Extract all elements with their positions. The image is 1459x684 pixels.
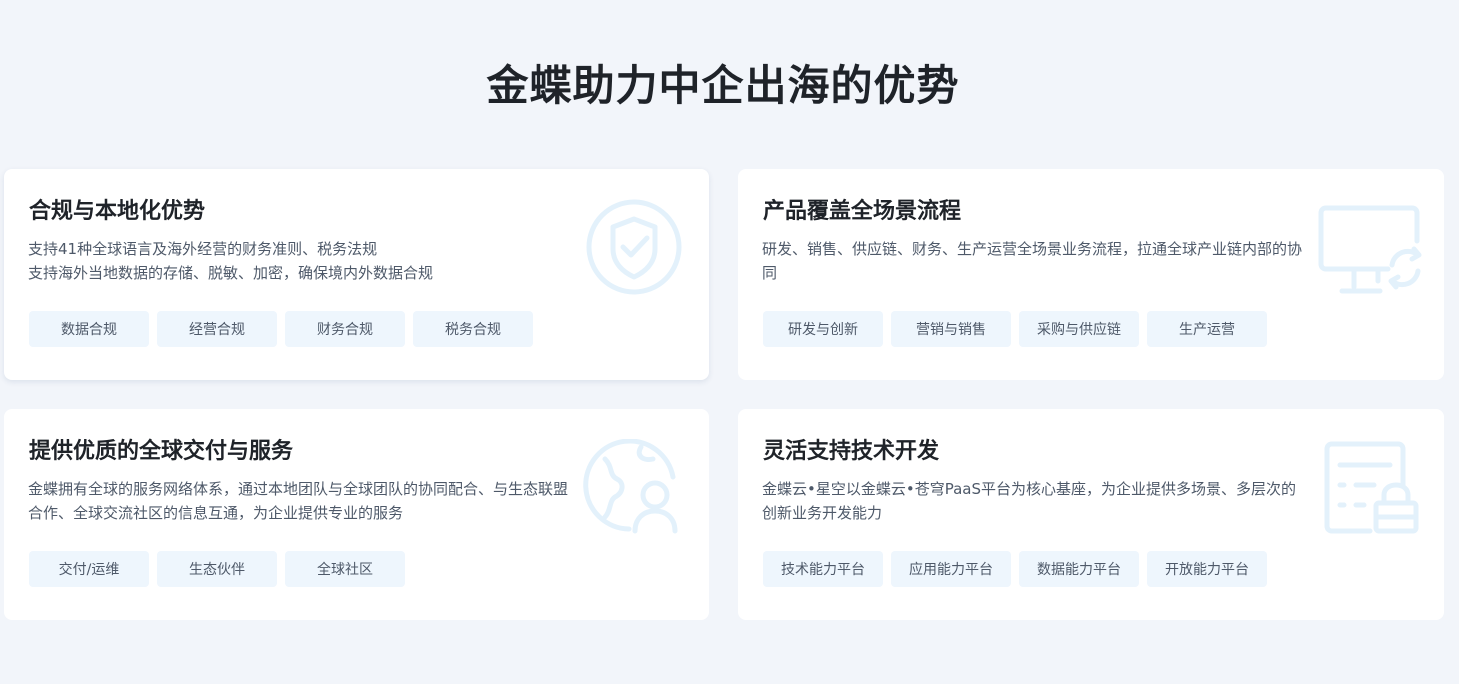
card-description-line: 金蝶拥有全球的服务网络体系，通过本地团队与全球团队的协同配合、与生态联盟合作、全… [28, 480, 569, 522]
tag-delivery-ops[interactable]: 交付/运维 [29, 551, 149, 587]
tag-list: 数据合规 经营合规 财务合规 税务合规 [29, 311, 533, 347]
card-tech-development: 灵活支持技术开发 金蝶云•星空以金蝶云•苍穹PaaS平台为核心基座，为企业提供多… [738, 409, 1444, 620]
tag-list: 研发与创新 营销与销售 采购与供应链 生产运营 [763, 311, 1267, 347]
card-title: 灵活支持技术开发 [763, 439, 940, 464]
tag-procurement-supply[interactable]: 采购与供应链 [1019, 311, 1139, 347]
card-compliance: 合规与本地化优势 支持41种全球语言及海外经营的财务准则、税务法规 支持海外当地… [4, 169, 709, 380]
tag-tax-compliance[interactable]: 税务合规 [413, 311, 533, 347]
tag-rnd-innovation[interactable]: 研发与创新 [763, 311, 883, 347]
card-description-line: 支持海外当地数据的存储、脱敏、加密，确保境内外数据合规 [28, 264, 434, 282]
tag-open-platform[interactable]: 开放能力平台 [1147, 551, 1267, 587]
card-full-scenario: 产品覆盖全场景流程 研发、销售、供应链、财务、生产运营全场景业务流程，拉通全球产… [738, 169, 1444, 380]
globe-user-icon [583, 439, 683, 535]
tag-production-operation[interactable]: 生产运营 [1147, 311, 1267, 347]
card-description: 支持41种全球语言及海外经营的财务准则、税务法规 支持海外当地数据的存储、脱敏、… [28, 237, 568, 285]
tag-application-platform[interactable]: 应用能力平台 [891, 551, 1011, 587]
card-global-service: 提供优质的全球交付与服务 金蝶拥有全球的服务网络体系，通过本地团队与全球团队的协… [4, 409, 709, 620]
tag-list: 交付/运维 生态伙伴 全球社区 [29, 551, 405, 587]
tag-operation-compliance[interactable]: 经营合规 [157, 311, 277, 347]
tag-tech-platform[interactable]: 技术能力平台 [763, 551, 883, 587]
tag-list: 技术能力平台 应用能力平台 数据能力平台 开放能力平台 [763, 551, 1267, 587]
card-description-line: 研发、销售、供应链、财务、生产运营全场景业务流程，拉通全球产业链内部的协同 [762, 240, 1303, 282]
shield-check-icon [585, 197, 683, 297]
monitor-sync-icon [1318, 205, 1424, 297]
tag-data-platform[interactable]: 数据能力平台 [1019, 551, 1139, 587]
tag-eco-partner[interactable]: 生态伙伴 [157, 551, 277, 587]
tag-data-compliance[interactable]: 数据合规 [29, 311, 149, 347]
card-description: 金蝶拥有全球的服务网络体系，通过本地团队与全球团队的协同配合、与生态联盟合作、全… [28, 477, 568, 525]
card-description-line: 支持41种全球语言及海外经营的财务准则、税务法规 [28, 240, 378, 258]
card-description: 研发、销售、供应链、财务、生产运营全场景业务流程，拉通全球产业链内部的协同 [762, 237, 1302, 285]
document-lock-icon [1324, 441, 1420, 535]
tag-marketing-sales[interactable]: 营销与销售 [891, 311, 1011, 347]
tag-finance-compliance[interactable]: 财务合规 [285, 311, 405, 347]
advantages-section: 金蝶助力中企出海的优势 合规与本地化优势 支持41种全球语言及海外经营的财务准则… [0, 0, 1459, 684]
card-description-line: 金蝶云•星空以金蝶云•苍穹PaaS平台为核心基座，为企业提供多场景、多层次的创新… [762, 480, 1296, 522]
tag-global-community[interactable]: 全球社区 [285, 551, 405, 587]
section-title: 金蝶助力中企出海的优势 [486, 61, 960, 110]
card-description: 金蝶云•星空以金蝶云•苍穹PaaS平台为核心基座，为企业提供多场景、多层次的创新… [762, 477, 1302, 525]
